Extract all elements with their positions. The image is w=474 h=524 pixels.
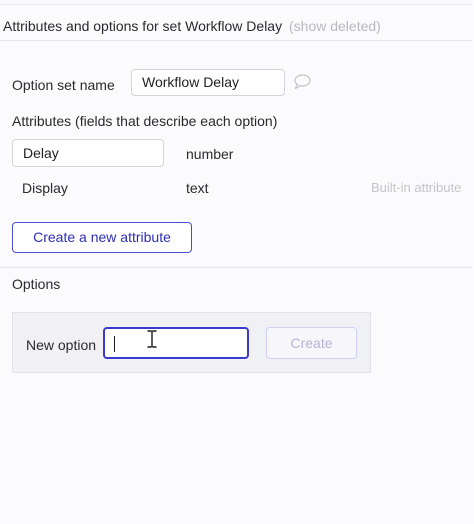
new-option-label: New option — [26, 337, 97, 353]
new-option-input[interactable] — [103, 327, 249, 359]
header-divider — [0, 40, 472, 41]
attribute-type-delay: number — [186, 146, 234, 162]
option-set-name-label: Option set name — [12, 77, 115, 93]
attributes-divider — [0, 267, 472, 268]
panel-title: Attributes and options for set Workflow … — [3, 18, 283, 34]
attribute-name-display: Display — [22, 180, 68, 196]
text-cursor-icon — [146, 330, 158, 348]
options-heading: Options — [12, 276, 61, 292]
create-new-attribute-button[interactable]: Create a new attribute — [12, 222, 192, 253]
panel-header: Attributes and options for set Workflow … — [0, 16, 474, 38]
attribute-type-display: text — [186, 180, 209, 196]
option-set-name-input[interactable]: Workflow Delay — [131, 69, 285, 96]
top-divider — [0, 4, 472, 5]
option-set-editor-panel: Attributes and options for set Workflow … — [0, 0, 474, 524]
show-deleted-link[interactable]: (show deleted) — [289, 16, 381, 36]
attribute-name-delay: Delay — [23, 145, 59, 161]
attribute-name-input-delay[interactable]: Delay — [12, 139, 164, 167]
text-caret — [114, 336, 115, 352]
option-set-name-value: Workflow Delay — [142, 74, 239, 90]
comment-icon[interactable] — [293, 74, 311, 90]
built-in-attribute-note: Built-in attribute — [371, 180, 462, 195]
create-option-button[interactable]: Create — [266, 327, 357, 359]
attributes-heading: Attributes (fields that describe each op… — [12, 113, 278, 129]
